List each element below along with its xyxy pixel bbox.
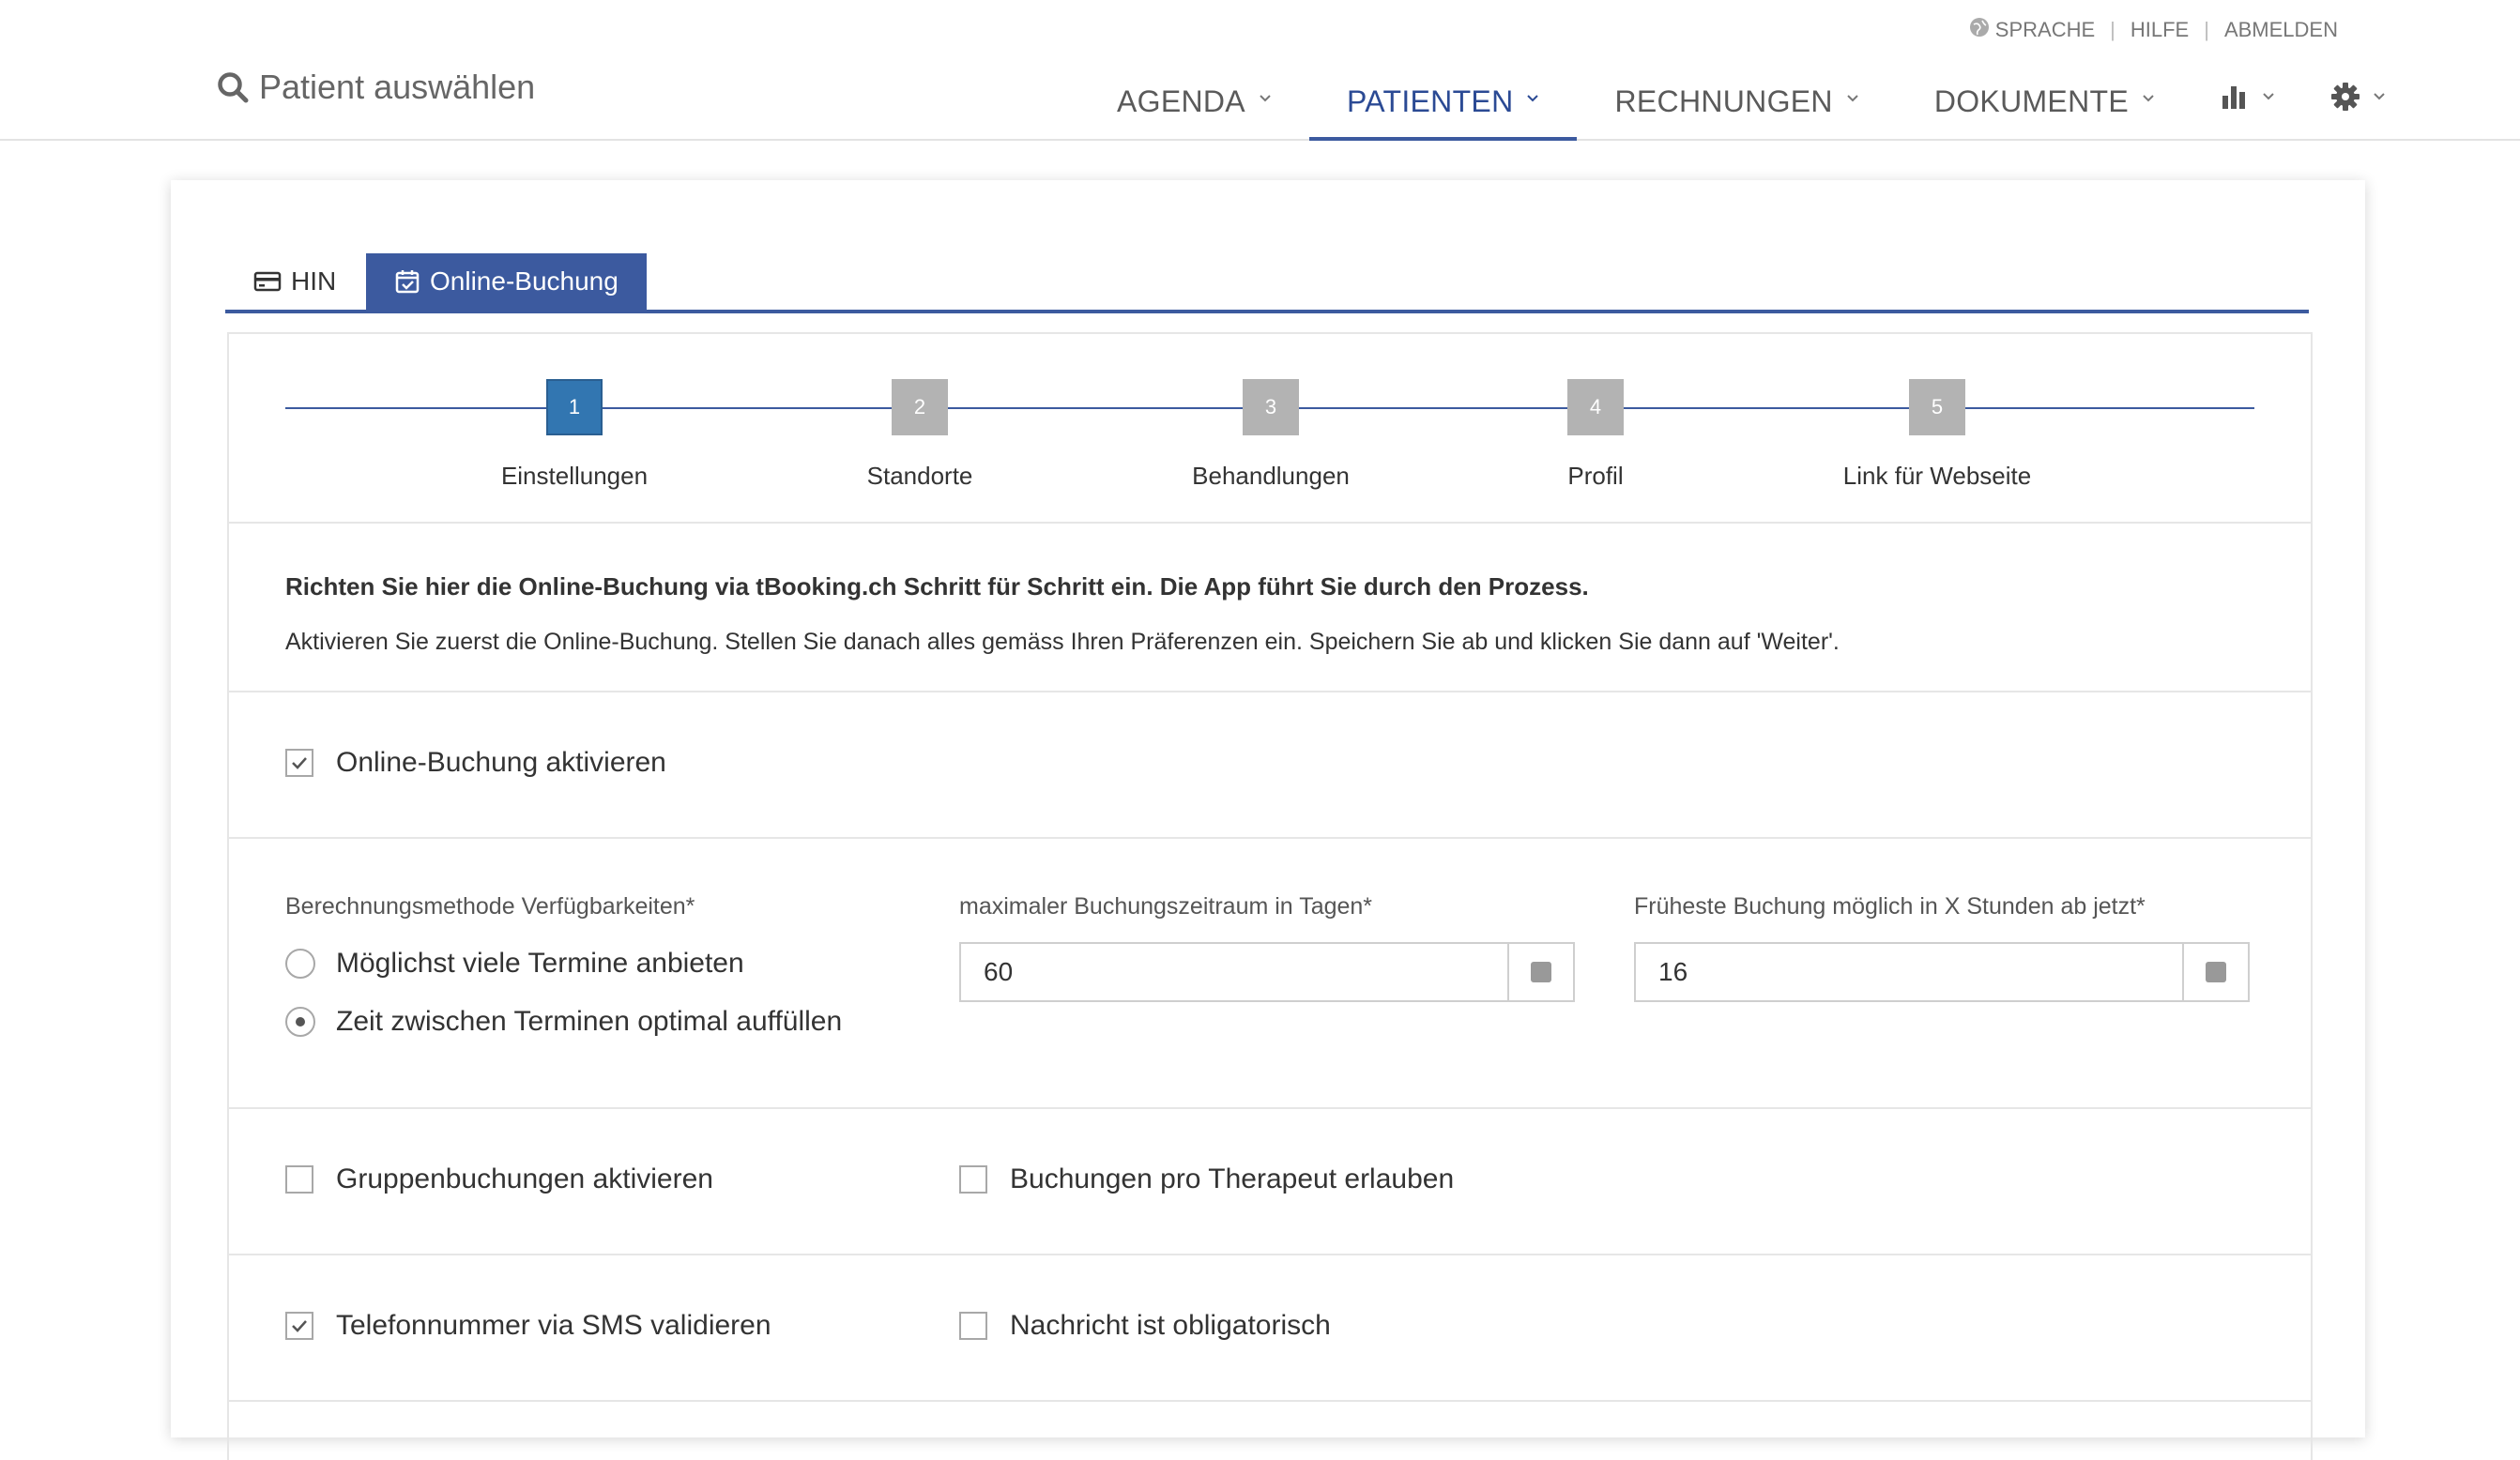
tab-bar: HIN Online-Buchung — [225, 253, 2309, 313]
chevron-down-icon — [2143, 95, 2154, 102]
nav-patients-label: PATIENTEN — [1346, 84, 1514, 118]
step-label-locations: Standorte — [866, 462, 973, 490]
activate-online-booking-checkbox[interactable] — [285, 749, 313, 777]
step-4[interactable]: 4 — [1567, 379, 1624, 435]
max-booking-days-label: maximaler Buchungszeitraum in Tagen* — [959, 893, 1373, 920]
stepper-icon — [2206, 962, 2226, 982]
chevron-down-icon — [2263, 93, 2274, 100]
max-booking-days-addon — [1507, 944, 1573, 1000]
nav-documents[interactable]: DOKUMENTE — [1897, 75, 2192, 139]
credit-card-icon — [253, 271, 282, 292]
check-icon — [292, 757, 307, 769]
nav-agenda-label: AGENDA — [1117, 84, 1245, 118]
nav-documents-label: DOKUMENTE — [1933, 84, 2129, 118]
patient-search[interactable]: Patient auswählen — [216, 68, 535, 107]
step-number: 3 — [1264, 395, 1277, 418]
chevron-down-icon — [1847, 95, 1858, 102]
group-bookings[interactable]: Gruppenbuchungen aktivieren — [285, 1163, 713, 1195]
availability-section: Berechnungsmethode Verfügbarkeiten* Mögl… — [229, 837, 2311, 1109]
nav-statistics[interactable] — [2192, 75, 2303, 139]
earliest-booking-addon — [2182, 944, 2248, 1000]
activate-online-booking[interactable]: Online-Buchung aktivieren — [285, 747, 666, 779]
step-3[interactable]: 3 — [1243, 379, 1299, 435]
bar-chart-icon — [2222, 86, 2245, 109]
intro-text: Aktivieren Sie zuerst die Online-Buchung… — [285, 629, 1840, 655]
per-therapist-label: Buchungen pro Therapeut erlauben — [1010, 1163, 1455, 1194]
nav-settings[interactable] — [2303, 75, 2414, 139]
radio-most-slots[interactable] — [285, 949, 315, 979]
activate-online-booking-label: Online-Buchung aktivieren — [336, 747, 666, 778]
validation-section: Telefonnummer via SMS validieren Nachric… — [229, 1254, 2311, 1402]
stepper-icon — [1531, 962, 1551, 982]
calc-method-label: Berechnungsmethode Verfügbarkeiten* — [285, 893, 695, 920]
calendar-check-icon — [395, 270, 420, 294]
nav-invoices[interactable]: RECHNUNGEN — [1577, 75, 1896, 139]
sms-validation-checkbox[interactable] — [285, 1312, 313, 1340]
group-bookings-section: Gruppenbuchungen aktivieren Buchungen pr… — [229, 1107, 2311, 1255]
separator: | — [2110, 18, 2115, 41]
step-label-website-link: Link für Webseite — [1842, 462, 2032, 490]
calc-method-option-most-slots[interactable]: Möglichst viele Termine anbieten — [285, 948, 744, 980]
max-booking-days-value[interactable]: 60 — [961, 944, 1507, 1000]
chevron-down-icon — [1260, 95, 1271, 102]
group-bookings-label: Gruppenbuchungen aktivieren — [336, 1163, 713, 1194]
earliest-booking-value[interactable]: 16 — [1636, 944, 2182, 1000]
message-required-label: Nachricht ist obligatorisch — [1010, 1310, 1331, 1341]
gear-icon — [2330, 83, 2360, 111]
group-bookings-checkbox[interactable] — [285, 1165, 313, 1194]
per-therapist-checkbox[interactable] — [959, 1165, 987, 1194]
patient-search-label: Patient auswählen — [259, 68, 536, 106]
wizard-stepper: 1 Einstellungen 2 Standorte 3 Behandlung… — [229, 334, 2311, 524]
nav-invoices-label: RECHNUNGEN — [1614, 84, 1833, 118]
globe-icon — [1969, 17, 1990, 43]
activation-section: Online-Buchung aktivieren — [229, 691, 2311, 839]
tab-hin[interactable]: HIN — [225, 253, 364, 310]
tab-hin-label: HIN — [291, 266, 337, 296]
intro-section: Richten Sie hier die Online-Buchung via … — [229, 522, 2311, 692]
wizard-panel: 1 Einstellungen 2 Standorte 3 Behandlung… — [227, 332, 2313, 1460]
step-label-profile: Profil — [1567, 462, 1624, 490]
step-number: 4 — [1589, 395, 1602, 418]
step-label-treatments: Behandlungen — [1192, 462, 1350, 490]
earliest-booking-field[interactable]: 16 — [1634, 942, 2250, 1002]
help-link[interactable]: HILFE — [2131, 18, 2189, 42]
main-nav: AGENDA PATIENTEN RECHNUNGEN DOKUMENTE — [1079, 75, 2414, 141]
step-1[interactable]: 1 — [546, 379, 603, 435]
calc-option-label: Möglichst viele Termine anbieten — [336, 948, 744, 979]
radio-fill-gaps[interactable] — [285, 1007, 315, 1037]
step-number: 1 — [568, 395, 581, 418]
top-header: SPRACHE | HILFE | ABMELDEN Patient auswä… — [0, 0, 2520, 141]
intro-heading: Richten Sie hier die Online-Buchung via … — [285, 572, 1589, 601]
check-icon — [292, 1320, 307, 1332]
message-required[interactable]: Nachricht ist obligatorisch — [959, 1310, 1331, 1342]
nav-agenda[interactable]: AGENDA — [1079, 75, 1309, 139]
calc-method-option-fill-gaps[interactable]: Zeit zwischen Terminen optimal auffüllen — [285, 1006, 842, 1038]
chevron-down-icon — [1527, 95, 1539, 102]
step-number: 5 — [1931, 395, 1944, 418]
earliest-booking-label: Früheste Buchung möglich in X Stunden ab… — [1634, 893, 2146, 920]
step-label-settings: Einstellungen — [500, 462, 649, 490]
step-5[interactable]: 5 — [1909, 379, 1965, 435]
max-booking-days-field[interactable]: 60 — [959, 942, 1575, 1002]
sms-validation[interactable]: Telefonnummer via SMS validieren — [285, 1310, 771, 1342]
nav-patients[interactable]: PATIENTEN — [1308, 75, 1578, 141]
tab-online-booking[interactable]: Online-Buchung — [366, 253, 647, 310]
sms-validation-label: Telefonnummer via SMS validieren — [336, 1310, 771, 1341]
message-required-checkbox[interactable] — [959, 1312, 987, 1340]
radio-selected-dot — [296, 1017, 305, 1027]
search-icon — [218, 72, 249, 103]
calc-option-label: Zeit zwischen Terminen optimal auffüllen — [336, 1006, 843, 1037]
chevron-down-icon — [2374, 93, 2385, 100]
tab-online-booking-label: Online-Buchung — [430, 266, 619, 296]
separator: | — [2204, 18, 2209, 41]
utility-bar: SPRACHE | HILFE | ABMELDEN — [1969, 17, 2338, 43]
step-number: 2 — [913, 395, 926, 418]
settings-card: HIN Online-Buchung 1 Einstellungen 2 Sta… — [171, 180, 2365, 1460]
step-2[interactable]: 2 — [892, 379, 948, 435]
per-therapist-bookings[interactable]: Buchungen pro Therapeut erlauben — [959, 1163, 1454, 1195]
language-link[interactable]: SPRACHE — [1995, 18, 2095, 42]
logout-link[interactable]: ABMELDEN — [2224, 18, 2338, 42]
